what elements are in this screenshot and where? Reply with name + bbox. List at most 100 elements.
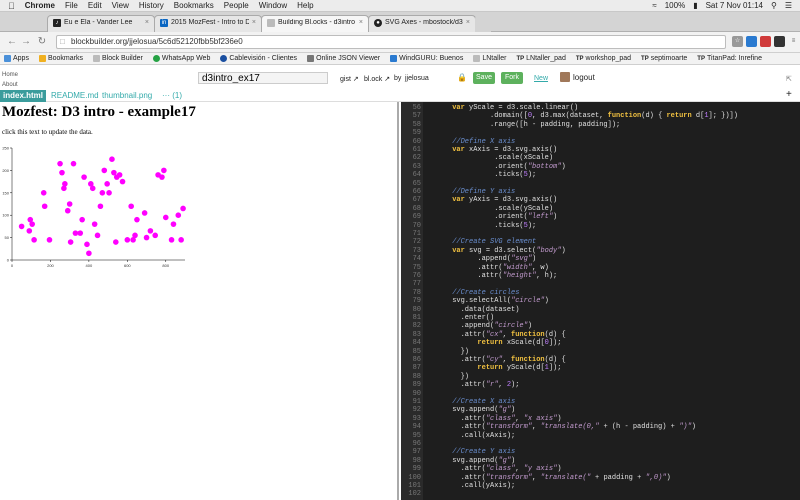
notifications-icon[interactable]: ☰ — [785, 1, 792, 10]
menu-icon[interactable]: ≡ — [788, 36, 799, 47]
menu-history[interactable]: History — [139, 1, 164, 10]
avatar[interactable] — [560, 72, 570, 82]
code-line[interactable]: svg.append("g") — [427, 457, 515, 465]
code-line[interactable]: .range([h - padding, padding]); — [427, 121, 620, 129]
fork-button[interactable]: Fork — [501, 72, 523, 84]
menu-people[interactable]: People — [224, 1, 249, 10]
code-line[interactable]: .attr("height", h); — [427, 272, 557, 280]
code-line[interactable]: .ticks(5); — [427, 171, 536, 179]
fullscreen-icon[interactable]: ⇱ — [786, 75, 792, 83]
tab-mozfest[interactable]: in 2015 MozFest - Intro to D3 × — [154, 15, 262, 32]
address-bar[interactable]: □ blockbuilder.org/jjelosua/5c6d52120fbb… — [56, 35, 726, 49]
code-line[interactable]: .scale(yScale) — [427, 205, 553, 213]
new-button[interactable]: New — [534, 75, 548, 82]
file-tab-more[interactable]: ··· (1) — [159, 90, 185, 102]
code-line[interactable]: .call(xAxis); — [427, 432, 516, 440]
code-line[interactable]: .enter() — [427, 314, 495, 322]
code-line[interactable]: .attr("transform", "translate(0," + (h -… — [427, 423, 696, 431]
author-link[interactable]: jjelosua — [405, 75, 429, 82]
new-tab-button[interactable] — [475, 15, 491, 32]
bookmark-lntaller[interactable]: LNtaller — [473, 55, 506, 62]
code-line[interactable]: var svg = d3.select("body") — [427, 247, 565, 255]
code-line[interactable]: .scale(xScale) — [427, 154, 553, 162]
file-tab-index-html[interactable]: index.html — [0, 90, 47, 102]
tab-building-blocks[interactable]: Building Bl.ocks - d3intro × — [261, 15, 369, 32]
code-line[interactable]: svg.append("g") — [427, 406, 515, 414]
tab-music[interactable]: ♪ Eu e Ela - Vander Lee × — [47, 15, 155, 32]
code-line[interactable]: return yScale(d[1]); — [427, 364, 561, 372]
bookmark-block-builder[interactable]: Block Builder — [92, 55, 143, 62]
block-title-input[interactable] — [198, 72, 328, 84]
code-line[interactable]: var yAxis = d3.svg.axis() — [427, 196, 557, 204]
home-link[interactable]: Home — [2, 72, 18, 78]
code-line[interactable]: var yScale = d3.scale.linear() — [427, 104, 578, 112]
bookmark-apps[interactable]: Apps — [4, 55, 29, 62]
code-line[interactable]: .append("svg") — [427, 255, 536, 263]
code-line[interactable]: .attr("r", 2); — [427, 381, 520, 389]
code-line[interactable]: return xScale(d[0]); — [427, 339, 561, 347]
code-line[interactable]: //Define Y axis — [427, 188, 515, 196]
close-icon[interactable]: × — [145, 19, 149, 26]
code-line[interactable]: var xAxis = d3.svg.axis() — [427, 146, 557, 154]
tab-svg-axes[interactable]: ● SVG Axes - mbostock/d3 Wiki × — [368, 15, 476, 32]
code-line[interactable]: //Create circles — [427, 289, 519, 297]
apple-menu-icon[interactable]:  — [8, 1, 15, 11]
extension-icon[interactable] — [774, 36, 785, 47]
forward-icon[interactable]: → — [20, 36, 32, 48]
save-button[interactable]: Save — [473, 72, 495, 84]
bookmark-whatsapp[interactable]: WhatsApp Web — [152, 55, 210, 62]
bookmark-lntaller-pad[interactable]: TP LNtaller_pad — [516, 55, 565, 62]
update-data-text[interactable]: click this text to update the data. — [2, 128, 93, 136]
bookmark-workshop-pad[interactable]: TP workshop_pad — [576, 55, 631, 62]
code-line[interactable]: .orient("left") — [427, 213, 557, 221]
logout-link[interactable]: logout — [573, 73, 595, 82]
code-line[interactable]: .domain([0, d3.max(dataset, function(d) … — [427, 112, 738, 120]
bookmark-bookmarks[interactable]: Bookmarks — [38, 55, 83, 62]
code-line[interactable]: .attr("transform", "translate(" + paddin… — [427, 474, 671, 482]
code-line[interactable]: .data(dataset) — [427, 306, 520, 314]
clock[interactable]: Sat 7 Nov 01:14 — [706, 1, 763, 10]
code-line[interactable]: }) — [427, 348, 469, 356]
menu-bookmarks[interactable]: Bookmarks — [174, 1, 214, 10]
menu-help[interactable]: Help — [297, 1, 313, 10]
code-line[interactable]: .attr("class", "x axis") — [427, 415, 562, 423]
code-editor[interactable]: 56 57 58 59 60 61 62 63 64 65 66 67 68 69 70 71 72 73 74 75… — [401, 102, 800, 500]
code-line[interactable]: .attr("width", w) — [427, 264, 548, 272]
back-icon[interactable]: ← — [6, 36, 18, 48]
add-file-button[interactable]: + — [786, 89, 792, 100]
file-tab-thumbnail[interactable]: thumbnail.png — [99, 90, 155, 102]
menu-window[interactable]: Window — [259, 1, 287, 10]
menu-file[interactable]: File — [65, 1, 78, 10]
code-line[interactable]: .call(yAxis); — [427, 482, 516, 490]
code-line[interactable]: .attr("cy", function(d) { — [427, 356, 566, 364]
code-line[interactable]: //Create Y axis — [427, 448, 515, 456]
code-line[interactable]: .orient("bottom") — [427, 163, 565, 171]
close-icon[interactable]: × — [359, 19, 363, 26]
code-line[interactable]: .append("circle") — [427, 322, 532, 330]
gist-link[interactable]: gist ↗ — [340, 75, 359, 83]
menu-edit[interactable]: Edit — [88, 1, 102, 10]
code-line[interactable]: //Create SVG element — [427, 238, 536, 246]
reload-icon[interactable]: ↻ — [36, 36, 48, 48]
block-link[interactable]: bl.ock ↗ — [364, 75, 390, 83]
code-line[interactable]: }) — [427, 373, 469, 381]
battery-icon[interactable]: ▮ — [693, 1, 697, 10]
extension-icon[interactable] — [746, 36, 757, 47]
bookmark-json-viewer[interactable]: Online JSON Viewer — [307, 55, 380, 62]
lock-icon[interactable]: 🔒 — [457, 73, 467, 82]
code-line[interactable]: //Create X axis — [427, 398, 515, 406]
star-icon[interactable]: ☆ — [732, 36, 743, 47]
bookmark-septimoarte[interactable]: TP septimoarte — [641, 55, 687, 62]
battery-percent[interactable]: 100% — [665, 1, 685, 10]
bookmark-titanpad-inrefine[interactable]: TP TitanPad: Inrefine — [697, 55, 762, 62]
app-menu-chrome[interactable]: Chrome — [25, 1, 55, 10]
code-line[interactable]: //Define X axis — [427, 138, 515, 146]
code-line[interactable]: .attr("cx", function(d) { — [427, 331, 566, 339]
code-line[interactable]: .ticks(5); — [427, 222, 536, 230]
code-line[interactable]: svg.selectAll("circle") — [427, 297, 549, 305]
menu-view[interactable]: View — [112, 1, 129, 10]
search-icon[interactable]: ⚲ — [771, 1, 777, 10]
close-icon[interactable]: × — [252, 19, 256, 26]
file-tab-readme[interactable]: README.md — [48, 90, 102, 102]
bookmark-cablevision[interactable]: Cablevisión - Clientes — [220, 55, 297, 62]
